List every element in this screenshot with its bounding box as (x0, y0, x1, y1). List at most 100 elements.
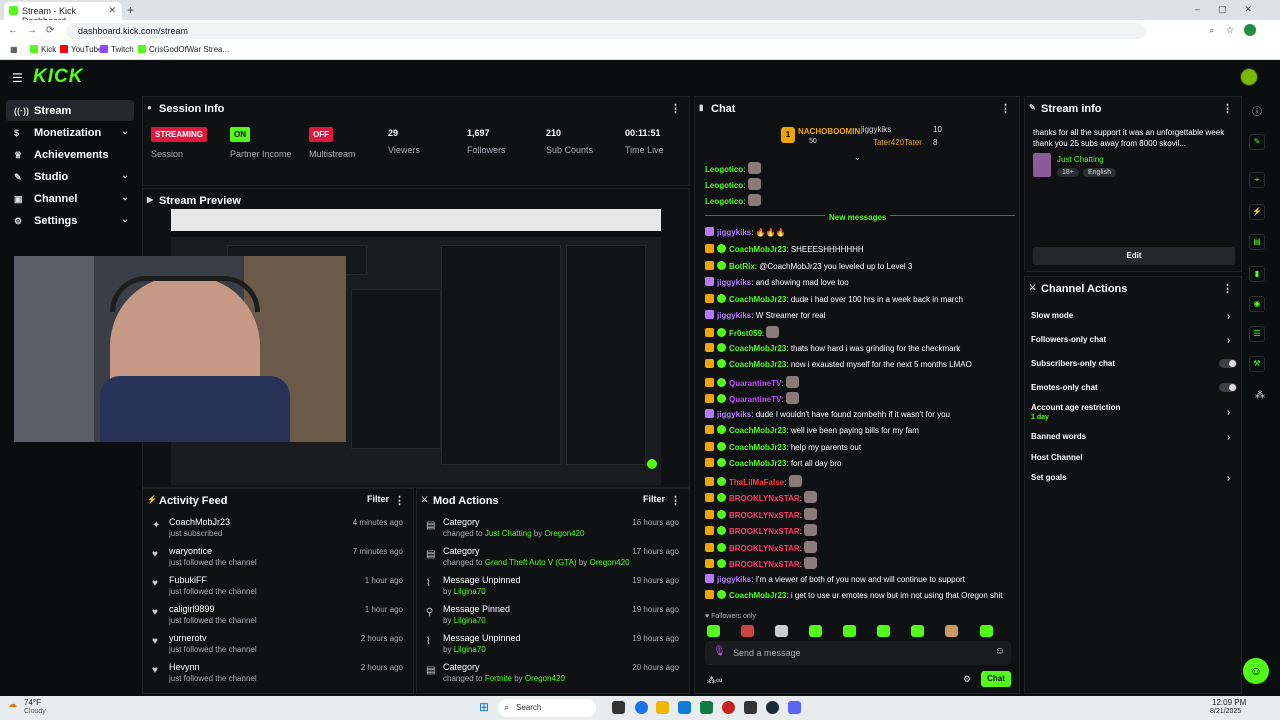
emote-icon[interactable] (979, 625, 993, 637)
wrench-rail-icon[interactable]: ⚒ (1249, 356, 1265, 372)
subscribers-only-toggle[interactable] (1219, 359, 1237, 368)
user-avatar[interactable] (1240, 68, 1258, 86)
leader3-name[interactable]: Tater420Tater (873, 138, 922, 147)
chat-username[interactable]: BROOKLYNxSTAR (729, 511, 800, 520)
task-view-icon[interactable] (612, 701, 625, 714)
chat-username[interactable]: CoachMobJr23 (729, 426, 786, 435)
edit-stream-button[interactable]: Edit (1033, 247, 1235, 265)
chat-username[interactable]: CoachMobJr23 (729, 245, 786, 254)
activity-filter-button[interactable]: Filter (367, 494, 389, 504)
emote-icon[interactable] (741, 625, 755, 637)
menu-icon[interactable]: ☰ (12, 71, 23, 85)
leader-name[interactable]: NACHOBOOMIN (798, 127, 860, 136)
emote-bar[interactable] (707, 625, 1007, 637)
chat-username[interactable]: jiggykiks (717, 410, 751, 419)
collapse-icon[interactable]: ⌄ (854, 153, 861, 162)
sidebar-item-settings[interactable]: ⚙ Settings ⌄ (6, 210, 134, 231)
sidebar-item-channel[interactable]: ▣ Channel ⌄ (6, 188, 134, 209)
chat-username[interactable]: BROOKLYNxSTAR (729, 494, 800, 503)
share-icon[interactable]: ⁂ (1255, 390, 1265, 401)
apps-grid-icon[interactable]: ▦ (10, 45, 18, 54)
discord-icon[interactable] (788, 701, 801, 714)
emote-icon[interactable] (911, 625, 925, 637)
info-icon[interactable]: ⓘ (1252, 103, 1262, 118)
chat-username[interactable]: Leogotico (705, 165, 743, 174)
weather-temp[interactable]: 74°F (24, 698, 41, 707)
app-icon[interactable] (722, 701, 735, 714)
more-options-icon[interactable]: ⋮ (1222, 282, 1233, 295)
banned-words-row[interactable]: Banned words › (1031, 432, 1231, 443)
bookmark-twitch[interactable]: Twitch (100, 45, 134, 54)
windows-start-icon[interactable]: ⊞ (479, 700, 489, 714)
close-tab-icon[interactable]: ✕ (108, 5, 116, 16)
more-options-icon[interactable]: ⋮ (1000, 102, 1011, 115)
raid-rail-icon[interactable]: ⌖ (1249, 172, 1265, 188)
chat-username[interactable]: jiggykiks (717, 228, 751, 237)
chat-username[interactable]: BROOKLYNxSTAR (729, 527, 800, 536)
taskbar-time[interactable]: 12:09 PM (1212, 698, 1246, 707)
steam-icon[interactable] (766, 701, 779, 714)
chat-username[interactable]: Fr0st059 (729, 329, 762, 338)
chat-input[interactable]: 🎙 Send a message ☺ (705, 641, 1011, 665)
send-chat-button[interactable]: Chat (981, 671, 1011, 687)
browser-nav-icons[interactable]: ←→⟳ (8, 25, 63, 36)
lightning-rail-icon[interactable]: ⚡ (1249, 204, 1265, 220)
set-goals-row[interactable]: Set goals › (1031, 473, 1231, 484)
chat-username[interactable]: Leogotico (705, 181, 743, 190)
more-options-icon[interactable]: ⋮ (1222, 102, 1233, 115)
chat-username[interactable]: BotRix (729, 262, 755, 271)
chrome-icon[interactable] (635, 701, 648, 714)
chat-username[interactable]: BROOKLYNxSTAR (729, 544, 800, 553)
chat-username[interactable]: jiggykiks (717, 278, 751, 287)
chat-username[interactable]: CoachMobJr23 (729, 459, 786, 468)
list-rail-icon[interactable]: ☰ (1249, 326, 1265, 342)
followers-only-row[interactable]: Followers-only chat › (1031, 335, 1231, 346)
bookmark-youtube[interactable]: YouTube (60, 45, 102, 54)
chat-username[interactable]: CoachMobJr23 (729, 360, 786, 369)
bookmark-kick[interactable]: Kick (30, 45, 56, 54)
file-explorer-icon[interactable] (656, 701, 669, 714)
emote-icon[interactable] (809, 625, 823, 637)
chat-extras-icon[interactable]: ⁂∞ (707, 675, 722, 686)
account-age-row[interactable]: Account age restriction 1 day › (1031, 403, 1231, 421)
more-options-icon[interactable]: ⋮ (670, 102, 681, 115)
support-chat-button[interactable]: ☺ (1243, 658, 1269, 684)
sidebar-item-achievements[interactable]: ♕ Achievements (6, 144, 134, 165)
slow-mode-row[interactable]: Slow mode › (1031, 311, 1231, 322)
emote-icon[interactable] (945, 625, 959, 637)
chat-username[interactable]: CoachMobJr23 (729, 443, 786, 452)
kick-logo[interactable]: KICK (33, 66, 83, 88)
chat-username[interactable]: CoachMobJr23 (729, 591, 786, 600)
emotes-only-toggle[interactable] (1219, 383, 1237, 392)
document-rail-icon[interactable]: ▤ (1249, 234, 1265, 250)
browser-tab[interactable]: Stream - Kick Dashboard ✕ (4, 2, 122, 26)
more-options-icon[interactable]: ⋮ (670, 494, 681, 507)
emote-icon[interactable] (843, 625, 857, 637)
window-controls[interactable]: –▢✕ (1195, 4, 1270, 15)
chat-username[interactable]: BROOKLYNxSTAR (729, 560, 800, 569)
emote-icon[interactable] (775, 625, 789, 637)
more-options-icon[interactable]: ⋮ (394, 494, 405, 507)
chat-username[interactable]: CoachMobJr23 (729, 295, 786, 304)
host-channel-row[interactable]: Host Channel (1031, 453, 1231, 462)
chat-settings-icon[interactable]: ⚙ (963, 674, 971, 685)
chat-username[interactable]: QuarantineTV (729, 395, 781, 404)
chat-username[interactable]: ThaLilMaFalse (729, 478, 784, 487)
category-link[interactable]: Just Chatting (1057, 155, 1104, 164)
new-tab-icon[interactable]: + (127, 3, 134, 17)
app-icon[interactable] (744, 701, 757, 714)
edit-rail-icon[interactable]: ✎ (1249, 134, 1265, 150)
chat-username[interactable]: jiggykiks (717, 575, 751, 584)
excel-icon[interactable] (700, 701, 713, 714)
chat-username[interactable]: CoachMobJr23 (729, 344, 786, 353)
chat-username[interactable]: QuarantineTV (729, 379, 781, 388)
broadcast-rail-icon[interactable]: ◉ (1249, 296, 1265, 312)
emote-icon[interactable] (707, 625, 720, 637)
emote-icon[interactable] (877, 625, 891, 637)
sidebar-item-studio[interactable]: ✎ Studio ⌄ (6, 166, 134, 187)
chat-username[interactable]: jiggykiks (717, 311, 751, 320)
sidebar-item-monetization[interactable]: $ Monetization ⌄ (6, 122, 134, 143)
sidebar-item-stream[interactable]: ((·)) Stream (6, 100, 134, 121)
chat-rail-icon[interactable]: ▮ (1249, 266, 1265, 282)
leader2-name[interactable]: jiggykiks (861, 125, 891, 134)
